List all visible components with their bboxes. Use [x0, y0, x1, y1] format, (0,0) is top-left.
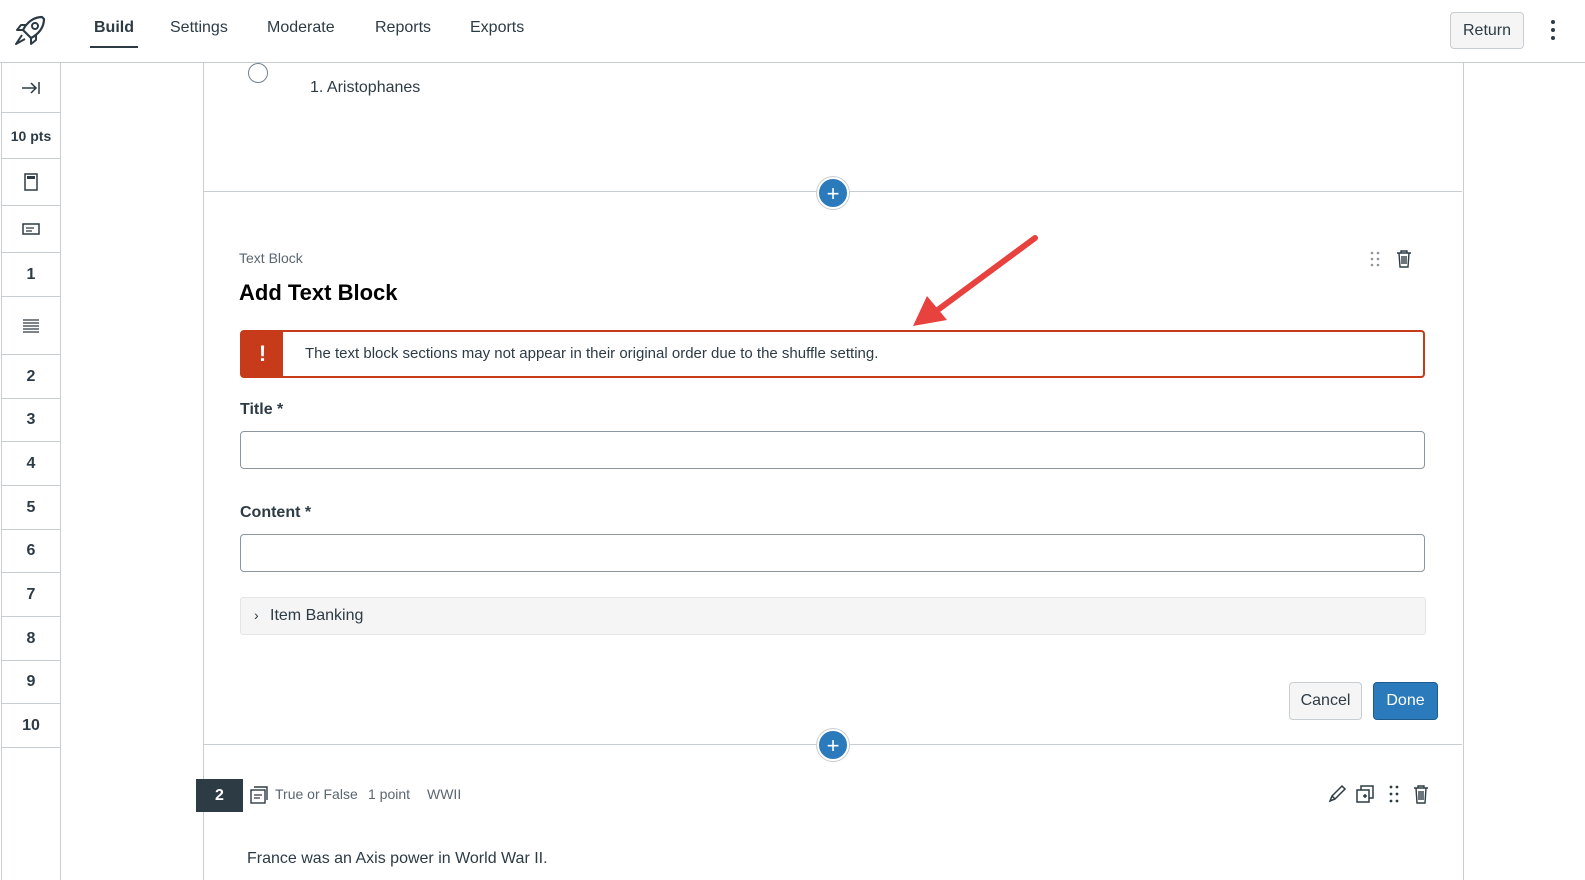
sidebar-item-6[interactable]: 6 — [2, 530, 60, 573]
annotation-arrow-icon — [913, 235, 1038, 326]
answer-radio[interactable] — [248, 63, 268, 83]
text-block-icon — [22, 223, 40, 235]
top-navigation-bar: Build Settings Moderate Reports Exports … — [0, 0, 1585, 63]
duplicate-icon[interactable] — [1355, 783, 1375, 805]
question-sidebar: 10 pts 1 2 3 4 5 6 7 8 9 10 — [1, 63, 61, 880]
document-icon — [24, 173, 38, 191]
tab-build[interactable]: Build — [90, 19, 138, 49]
sidebar-item-1[interactable]: 1 — [2, 253, 60, 297]
tab-settings[interactable]: Settings — [170, 19, 228, 49]
sidebar-item-text-block[interactable] — [2, 206, 60, 253]
title-label: Title * — [240, 401, 284, 418]
question-text: France was an Axis power in World War II… — [247, 850, 548, 867]
question-tag: WWII — [427, 786, 462, 802]
drag-handle-icon[interactable] — [1369, 250, 1381, 268]
total-points: 10 pts — [2, 113, 60, 159]
sidebar-item-2[interactable]: 2 — [2, 355, 60, 399]
warning-icon: ! — [242, 332, 283, 376]
item-banking-label: Item Banking — [270, 607, 364, 624]
block-heading: Add Text Block — [239, 280, 398, 305]
rocket-icon[interactable] — [12, 13, 48, 49]
block-type-label: Text Block — [239, 250, 303, 266]
question-points: 1 point — [368, 786, 411, 802]
tab-exports[interactable]: Exports — [470, 19, 524, 49]
item-banking-toggle[interactable]: › Item Banking — [240, 597, 1426, 635]
sidebar-item-3[interactable]: 3 — [2, 399, 60, 442]
kebab-icon[interactable] — [1545, 18, 1561, 44]
alert-message: The text block sections may not appear i… — [305, 345, 879, 362]
chevron-right-icon: › — [254, 607, 259, 623]
cancel-button[interactable]: Cancel — [1289, 682, 1362, 720]
return-button[interactable]: Return — [1450, 12, 1524, 49]
title-input[interactable] — [240, 431, 1425, 469]
trash-icon[interactable] — [1411, 783, 1431, 805]
tab-moderate[interactable]: Moderate — [267, 19, 335, 49]
sidebar-item-text-lines[interactable] — [2, 297, 60, 355]
collapse-right-icon — [22, 81, 40, 94]
collapse-sidebar-button[interactable] — [2, 63, 60, 113]
sidebar-item-4[interactable]: 4 — [2, 442, 60, 486]
sidebar-item-stimulus[interactable] — [2, 159, 60, 206]
sidebar-item-9[interactable]: 9 — [2, 661, 60, 704]
question-number-badge: 2 — [196, 779, 243, 812]
tab-reports[interactable]: Reports — [375, 19, 431, 49]
edit-pencil-icon[interactable] — [1327, 783, 1347, 805]
text-lines-icon — [23, 318, 39, 333]
trash-icon[interactable] — [1395, 249, 1413, 269]
shuffle-warning-alert: ! The text block sections may not appear… — [240, 330, 1425, 378]
done-button[interactable]: Done — [1373, 682, 1438, 720]
add-item-button[interactable]: + — [817, 729, 849, 761]
sidebar-item-7[interactable]: 7 — [2, 573, 60, 617]
question-type: True or False — [275, 786, 358, 802]
sidebar-item-8[interactable]: 8 — [2, 617, 60, 661]
content-label: Content * — [240, 504, 312, 521]
add-item-button[interactable]: + — [817, 177, 849, 209]
sidebar-item-10[interactable]: 10 — [2, 704, 60, 748]
drag-handle-icon[interactable] — [1384, 783, 1404, 805]
true-false-icon — [250, 786, 268, 804]
sidebar-item-5[interactable]: 5 — [2, 486, 60, 530]
answer-choice-text: 1. Aristophanes — [310, 79, 421, 96]
content-input[interactable] — [240, 534, 1425, 572]
